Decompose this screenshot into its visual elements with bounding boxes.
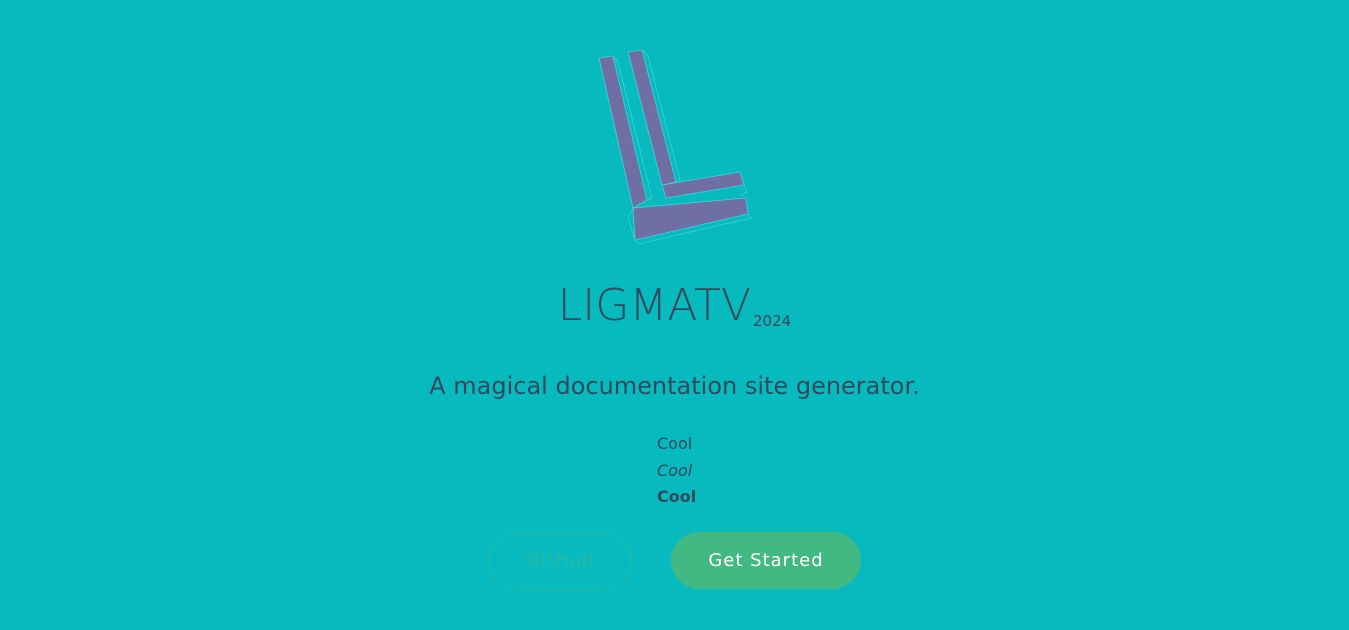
site-title-row: LIGMATV 2024 [0, 280, 1349, 331]
feature-list: Cool Cool Cool [657, 431, 696, 511]
feature-item-italic: Cool [657, 460, 693, 480]
ligmatv-logo-icon [594, 48, 754, 244]
github-button[interactable]: GitHub [488, 532, 632, 589]
site-title: LIGMATV [557, 280, 752, 331]
get-started-button[interactable]: Get Started [671, 532, 861, 589]
site-tagline: A magical documentation site generator. [429, 372, 920, 400]
feature-item-normal: Cool [657, 434, 693, 453]
cover-page: LIGMATV 2024 A magical documentation site… [0, 0, 1349, 630]
site-version: 2024 [753, 312, 792, 330]
feature-item-bold: Cool [657, 487, 697, 506]
